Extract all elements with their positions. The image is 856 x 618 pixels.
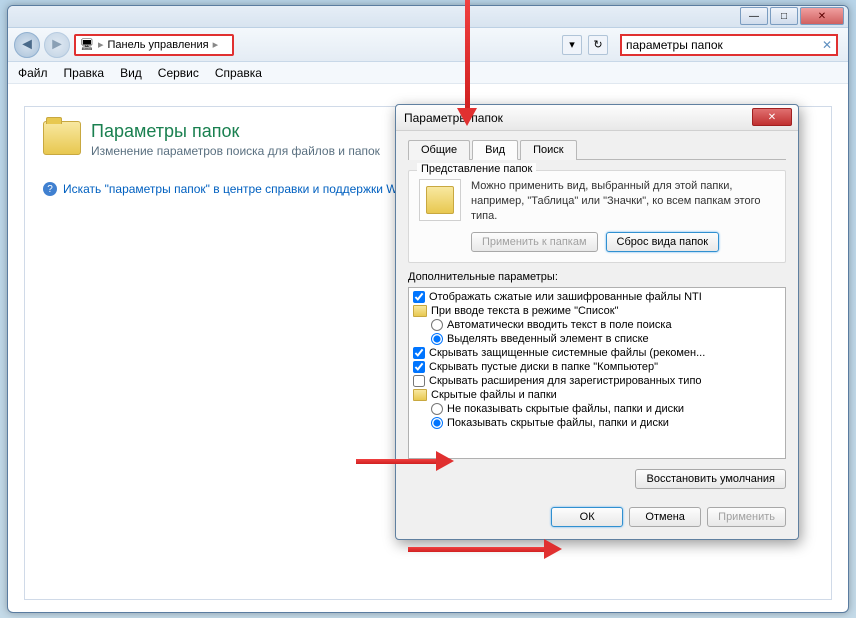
checkbox[interactable] (413, 375, 425, 387)
radio[interactable] (431, 333, 443, 345)
search-clear-icon[interactable]: ✕ (822, 38, 832, 52)
apply-to-folders-button[interactable]: Применить к папкам (471, 232, 598, 252)
dialog-title: Параметры папок (404, 111, 503, 125)
list-item-label: Показывать скрытые файлы, папки и диски (447, 417, 669, 429)
apply-button[interactable]: Применить (707, 507, 786, 527)
folder-options-icon (43, 121, 81, 155)
folder-icon (413, 389, 427, 401)
list-item-label: Скрывать пустые диски в папке "Компьютер… (429, 361, 658, 373)
maximize-button[interactable]: □ (770, 7, 798, 25)
menubar: Файл Правка Вид Сервис Справка (8, 62, 848, 84)
search-input[interactable] (626, 38, 818, 52)
checkbox[interactable] (413, 347, 425, 359)
list-item-label: Отображать сжатые или зашифрованные файл… (429, 291, 702, 303)
radio[interactable] (431, 403, 443, 415)
radio[interactable] (431, 417, 443, 429)
list-item-label: Автоматически вводить текст в поле поиск… (447, 319, 672, 331)
titlebar[interactable]: — □ ✕ (8, 6, 848, 28)
list-item[interactable]: Скрытые файлы и папки (409, 388, 785, 402)
chevron-right-icon: ▸ (213, 38, 219, 51)
nav-forward-button[interactable]: ► (44, 32, 70, 58)
group-text: Можно применить вид, выбранный для этой … (471, 179, 775, 224)
checkbox[interactable] (413, 361, 425, 373)
list-item-label: Выделять введенный элемент в списке (447, 333, 649, 345)
list-item[interactable]: При вводе текста в режиме "Список" (409, 304, 785, 318)
navbar: ◄ ► 🖥 ▸ Панель управления ▸ ▾ ↻ ✕ (8, 28, 848, 62)
help-link-text: Искать "параметры папок" в центре справк… (63, 182, 407, 196)
close-button[interactable]: ✕ (800, 7, 844, 25)
list-item-label: При вводе текста в режиме "Список" (431, 305, 618, 317)
menu-view[interactable]: Вид (120, 66, 142, 80)
list-item[interactable]: Выделять введенный элемент в списке (409, 332, 785, 346)
advanced-params-label: Дополнительные параметры: (408, 271, 786, 283)
tab-search[interactable]: Поиск (520, 140, 576, 160)
refresh-button[interactable]: ↻ (588, 35, 608, 55)
dialog-titlebar[interactable]: Параметры папок ✕ (396, 105, 798, 131)
menu-edit[interactable]: Правка (64, 66, 105, 80)
folder-options-dialog: Параметры папок ✕ Общие Вид Поиск Предст… (395, 104, 799, 540)
help-icon: ? (43, 182, 57, 196)
dialog-close-button[interactable]: ✕ (752, 108, 792, 126)
menu-help[interactable]: Справка (215, 66, 262, 80)
list-item[interactable]: Скрывать защищенные системные файлы (рек… (409, 346, 785, 360)
search-box[interactable]: ✕ (620, 34, 838, 56)
breadcrumb-computer-icon: 🖥 (80, 38, 94, 51)
restore-defaults-button[interactable]: Восстановить умолчания (635, 469, 786, 489)
list-item[interactable]: Показывать скрытые файлы, папки и диски (409, 416, 785, 430)
menu-tools[interactable]: Сервис (158, 66, 199, 80)
folder-view-group: Представление папок Можно применить вид,… (408, 170, 786, 263)
page-title: Параметры папок (91, 121, 380, 142)
menu-file[interactable]: Файл (18, 66, 48, 80)
list-item[interactable]: Не показывать скрытые файлы, папки и дис… (409, 402, 785, 416)
page-subtitle: Изменение параметров поиска для файлов и… (91, 144, 380, 158)
list-item[interactable]: Автоматически вводить текст в поле поиск… (409, 318, 785, 332)
advanced-settings-list[interactable]: Отображать сжатые или зашифрованные файл… (408, 287, 786, 459)
nav-back-button[interactable]: ◄ (14, 32, 40, 58)
dialog-footer: ОК Отмена Применить (396, 499, 798, 539)
reset-folders-button[interactable]: Сброс вида папок (606, 232, 720, 252)
tab-view[interactable]: Вид (472, 140, 518, 160)
folder-thumb-icon (419, 179, 461, 221)
breadcrumb-label[interactable]: Панель управления (108, 39, 209, 51)
chevron-right-icon: ▸ (98, 38, 104, 51)
list-item[interactable]: Отображать сжатые или зашифрованные файл… (409, 290, 785, 304)
ok-button[interactable]: ОК (551, 507, 623, 527)
checkbox[interactable] (413, 291, 425, 303)
breadcrumb[interactable]: 🖥 ▸ Панель управления ▸ (74, 34, 234, 56)
tab-general[interactable]: Общие (408, 140, 470, 160)
list-item[interactable]: Скрывать расширения для зарегистрированн… (409, 374, 785, 388)
list-item-label: Скрытые файлы и папки (431, 389, 557, 401)
dropdown-button[interactable]: ▾ (562, 35, 582, 55)
folder-icon (413, 305, 427, 317)
radio[interactable] (431, 319, 443, 331)
list-item[interactable]: Скрывать пустые диски в папке "Компьютер… (409, 360, 785, 374)
tabstrip: Общие Вид Поиск (408, 139, 786, 160)
minimize-button[interactable]: — (740, 7, 768, 25)
list-item-label: Скрывать защищенные системные файлы (рек… (429, 347, 705, 359)
cancel-button[interactable]: Отмена (629, 507, 701, 527)
group-legend: Представление папок (417, 163, 536, 175)
list-item-label: Не показывать скрытые файлы, папки и дис… (447, 403, 684, 415)
list-item-label: Скрывать расширения для зарегистрированн… (429, 375, 702, 387)
